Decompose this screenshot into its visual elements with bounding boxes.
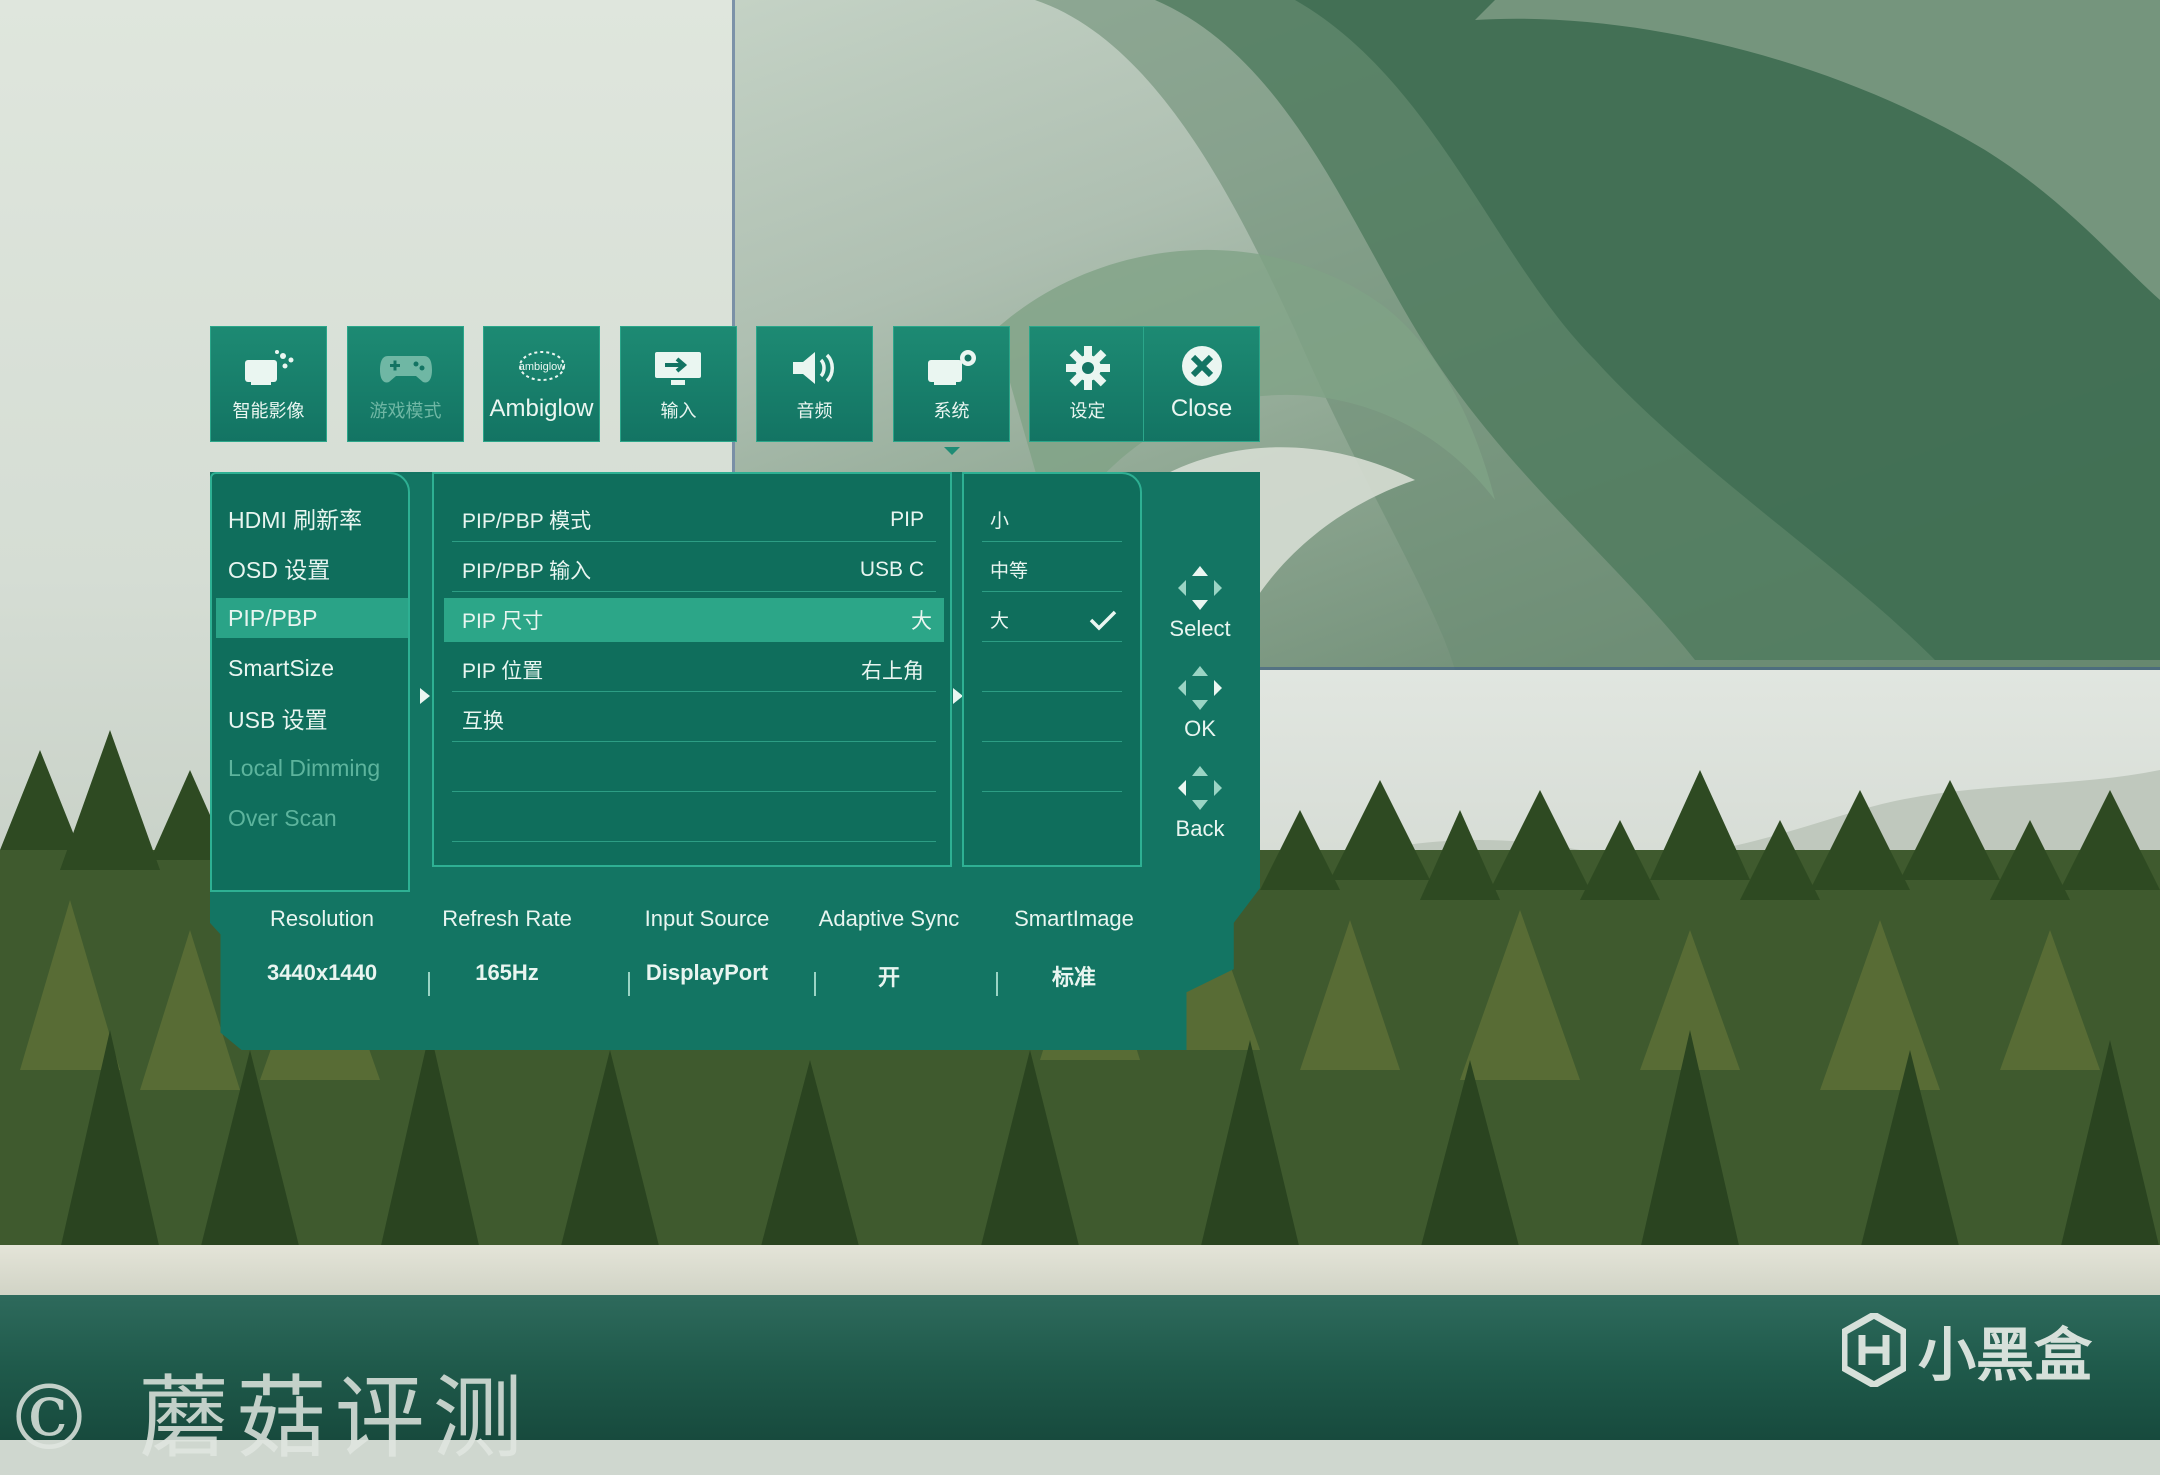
option-empty-row [982, 748, 1122, 792]
speaker-icon [787, 345, 843, 391]
tab-audio[interactable]: 音频 [756, 326, 873, 442]
osd-tab-bar: 智能影像 游戏模式 ambiglow Ambiglow 输入 音频 系统 设定 … [210, 322, 1260, 455]
dpad-ok-icon [1178, 666, 1222, 710]
setting-pip-pbp-mode[interactable]: PIP/PBP 模式 PIP [452, 498, 936, 542]
setting-label: PIP/PBP 模式 [462, 509, 592, 533]
option-label: 中等 [990, 561, 1029, 582]
status-input-source: Input Source DisplayPort [617, 894, 797, 986]
setting-value: 大 [911, 610, 932, 633]
gamepad-icon [378, 345, 434, 391]
tab-label: 系统 [933, 401, 970, 421]
status-header: Resolution [270, 906, 374, 931]
watermark-left: © 蘑菇评测 [4, 1366, 531, 1471]
option-label: 小 [990, 511, 1010, 532]
status-resolution: Resolution 3440x1440 [232, 894, 412, 986]
setting-pip-position[interactable]: PIP 位置 右上角 [452, 648, 936, 692]
tab-smart-image[interactable]: 智能影像 [210, 326, 327, 442]
tab-label: 设定 [1069, 401, 1106, 421]
dpad-select-icon [1178, 566, 1222, 610]
menu-item-hdmi-refresh[interactable]: HDMI 刷新率 [228, 498, 412, 538]
tab-label: 输入 [660, 401, 697, 421]
select-label: Select [1169, 616, 1231, 641]
tab-label: Close [1170, 395, 1233, 422]
ok-label: OK [1184, 716, 1216, 741]
tab-label: 智能影像 [232, 401, 305, 421]
osd-option-list: 小 中等 大 [962, 472, 1142, 867]
status-value: 开 [877, 965, 900, 990]
status-value: 3440x1440 [266, 960, 378, 985]
option-label: 大 [990, 611, 1010, 632]
setting-empty-row [452, 748, 936, 792]
setting-swap[interactable]: 互换 [452, 698, 936, 742]
monitor-osd-menu: 智能影像 游戏模式 ambiglow Ambiglow 输入 音频 系统 设定 … [210, 322, 1260, 1052]
menu-item-over-scan[interactable]: Over Scan [228, 798, 412, 838]
ambiglow-small-text: ambiglow [518, 361, 565, 373]
tab-game-mode[interactable]: 游戏模式 [347, 326, 464, 442]
tab-label: 游戏模式 [369, 401, 442, 421]
tab-ambiglow[interactable]: ambiglow Ambiglow [483, 326, 600, 442]
option-large[interactable]: 大 [982, 598, 1122, 642]
tab-system[interactable]: 系统 [893, 326, 1010, 455]
setting-pip-size[interactable]: PIP 尺寸 大 [444, 598, 944, 642]
shoreline [0, 1245, 2160, 1300]
setting-label: PIP 尺寸 [462, 610, 544, 633]
setting-pip-pbp-input[interactable]: PIP/PBP 输入 USB C [452, 548, 936, 592]
checkmark-icon [1089, 610, 1117, 630]
option-empty-row [982, 648, 1122, 692]
setting-label: PIP 位置 [462, 659, 544, 683]
ambiglow-logo-icon: ambiglow [514, 343, 570, 389]
active-tab-marker [943, 447, 960, 455]
menu-item-osd-settings[interactable]: OSD 设置 [228, 548, 412, 588]
osd-settings-list: PIP/PBP 模式 PIP PIP/PBP 输入 USB C PIP 尺寸 大… [432, 472, 952, 867]
dpad-back-icon [1178, 766, 1222, 810]
option-medium[interactable]: 中等 [982, 548, 1122, 592]
osd-category-list: HDMI 刷新率 OSD 设置 PIP/PBP SmartSize USB 设置… [210, 472, 410, 892]
setting-value: PIP [890, 507, 924, 531]
menu-item-usb-settings[interactable]: USB 设置 [228, 698, 412, 738]
status-header: Adaptive Sync [818, 906, 960, 931]
setting-empty-row [452, 798, 936, 842]
ok-hint[interactable]: OK [1140, 664, 1260, 742]
menu-item-local-dimming[interactable]: Local Dimming [228, 748, 412, 788]
status-value: DisplayPort [645, 960, 769, 985]
menu-item-pip-pbp[interactable]: PIP/PBP [216, 598, 408, 638]
setting-label: PIP/PBP 输入 [462, 559, 592, 583]
select-hint[interactable]: Select [1140, 564, 1260, 642]
tab-settings[interactable]: 设定 [1029, 326, 1146, 442]
watermark-brand-text: 小黑盒 [1918, 1323, 2093, 1388]
menu-item-smartsize[interactable]: SmartSize [228, 648, 412, 688]
tab-input[interactable]: 输入 [620, 326, 737, 442]
status-adaptive-sync: Adaptive Sync 开 [799, 894, 979, 992]
tab-label: Ambiglow [489, 395, 594, 422]
heybox-logo-icon [1842, 1313, 1906, 1387]
close-icon [1174, 343, 1230, 389]
back-hint[interactable]: Back [1140, 764, 1260, 842]
setting-value: USB C [859, 557, 924, 581]
tab-close[interactable]: Close [1143, 326, 1260, 442]
status-header: Refresh Rate [442, 906, 572, 931]
input-icon [651, 345, 707, 391]
status-header: Input Source [644, 906, 770, 931]
setting-value: 右上角 [861, 659, 924, 683]
status-header: SmartImage [1014, 906, 1134, 931]
gear-icon [1060, 345, 1116, 391]
osd-status-bar: Resolution 3440x1440 Refresh Rate 165Hz … [232, 894, 1232, 1034]
status-refresh-rate: Refresh Rate 165Hz [417, 894, 597, 986]
option-empty-row [982, 698, 1122, 742]
status-value: 标准 [1051, 965, 1096, 990]
status-value: 165Hz [475, 960, 539, 985]
status-smartimage: SmartImage 标准 [984, 894, 1164, 992]
back-label: Back [1175, 816, 1225, 841]
chevron-right-icon [420, 688, 430, 704]
tab-label: 音频 [796, 401, 833, 421]
setting-label: 互换 [462, 709, 504, 733]
option-small[interactable]: 小 [982, 498, 1122, 542]
system-icon [924, 345, 980, 391]
smart-image-icon [241, 345, 297, 391]
watermark-brand: 小黑盒 [1842, 1308, 2092, 1392]
